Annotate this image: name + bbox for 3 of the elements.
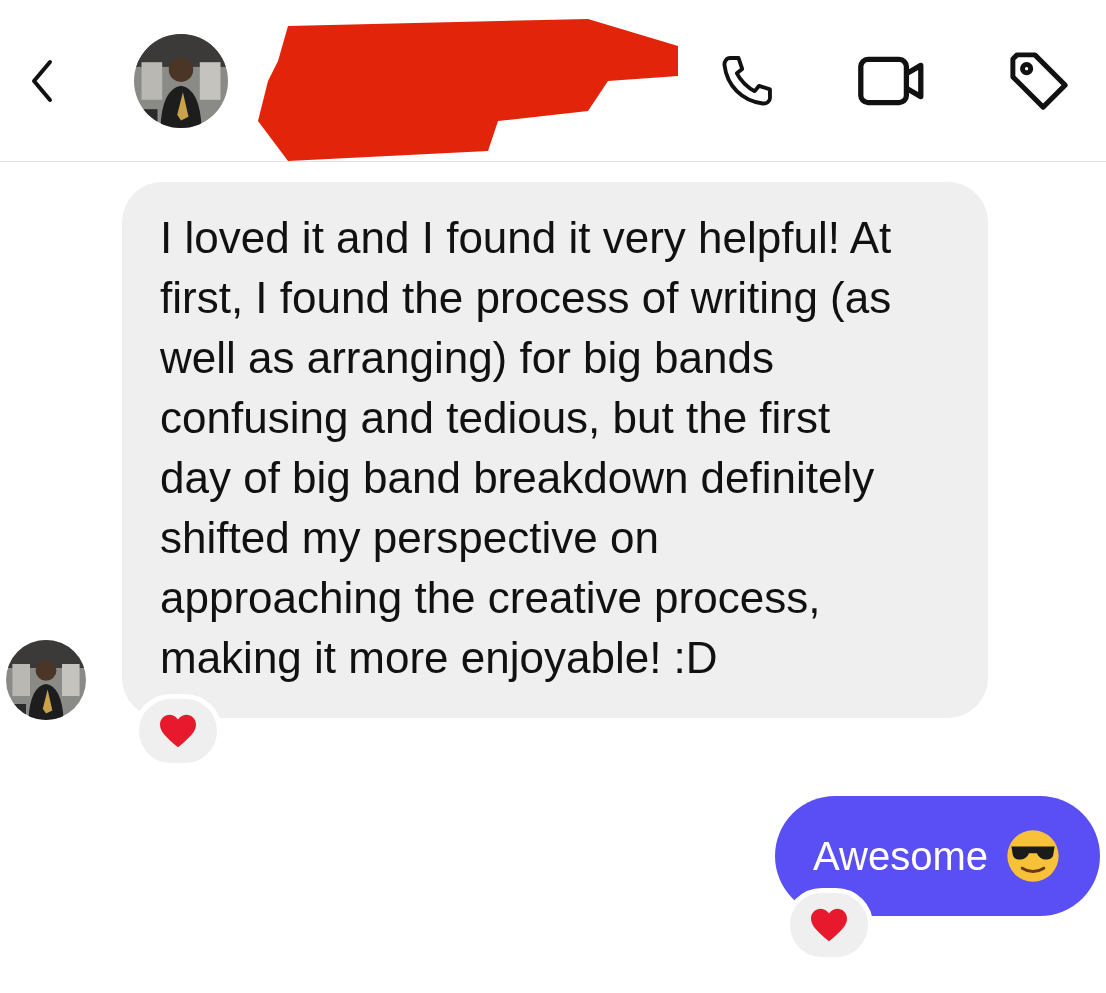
message-bubble: I loved it and I found it very helpful! At first, I found the process of writing (as well as arranging) for big bands confusing and tedious, but the first day of big band breakdown definitely shifted my perspective on approaching the creative process, making it more enjoyable! :D	[122, 182, 988, 718]
back-icon	[30, 58, 54, 103]
message-text: Awesome	[813, 833, 988, 880]
